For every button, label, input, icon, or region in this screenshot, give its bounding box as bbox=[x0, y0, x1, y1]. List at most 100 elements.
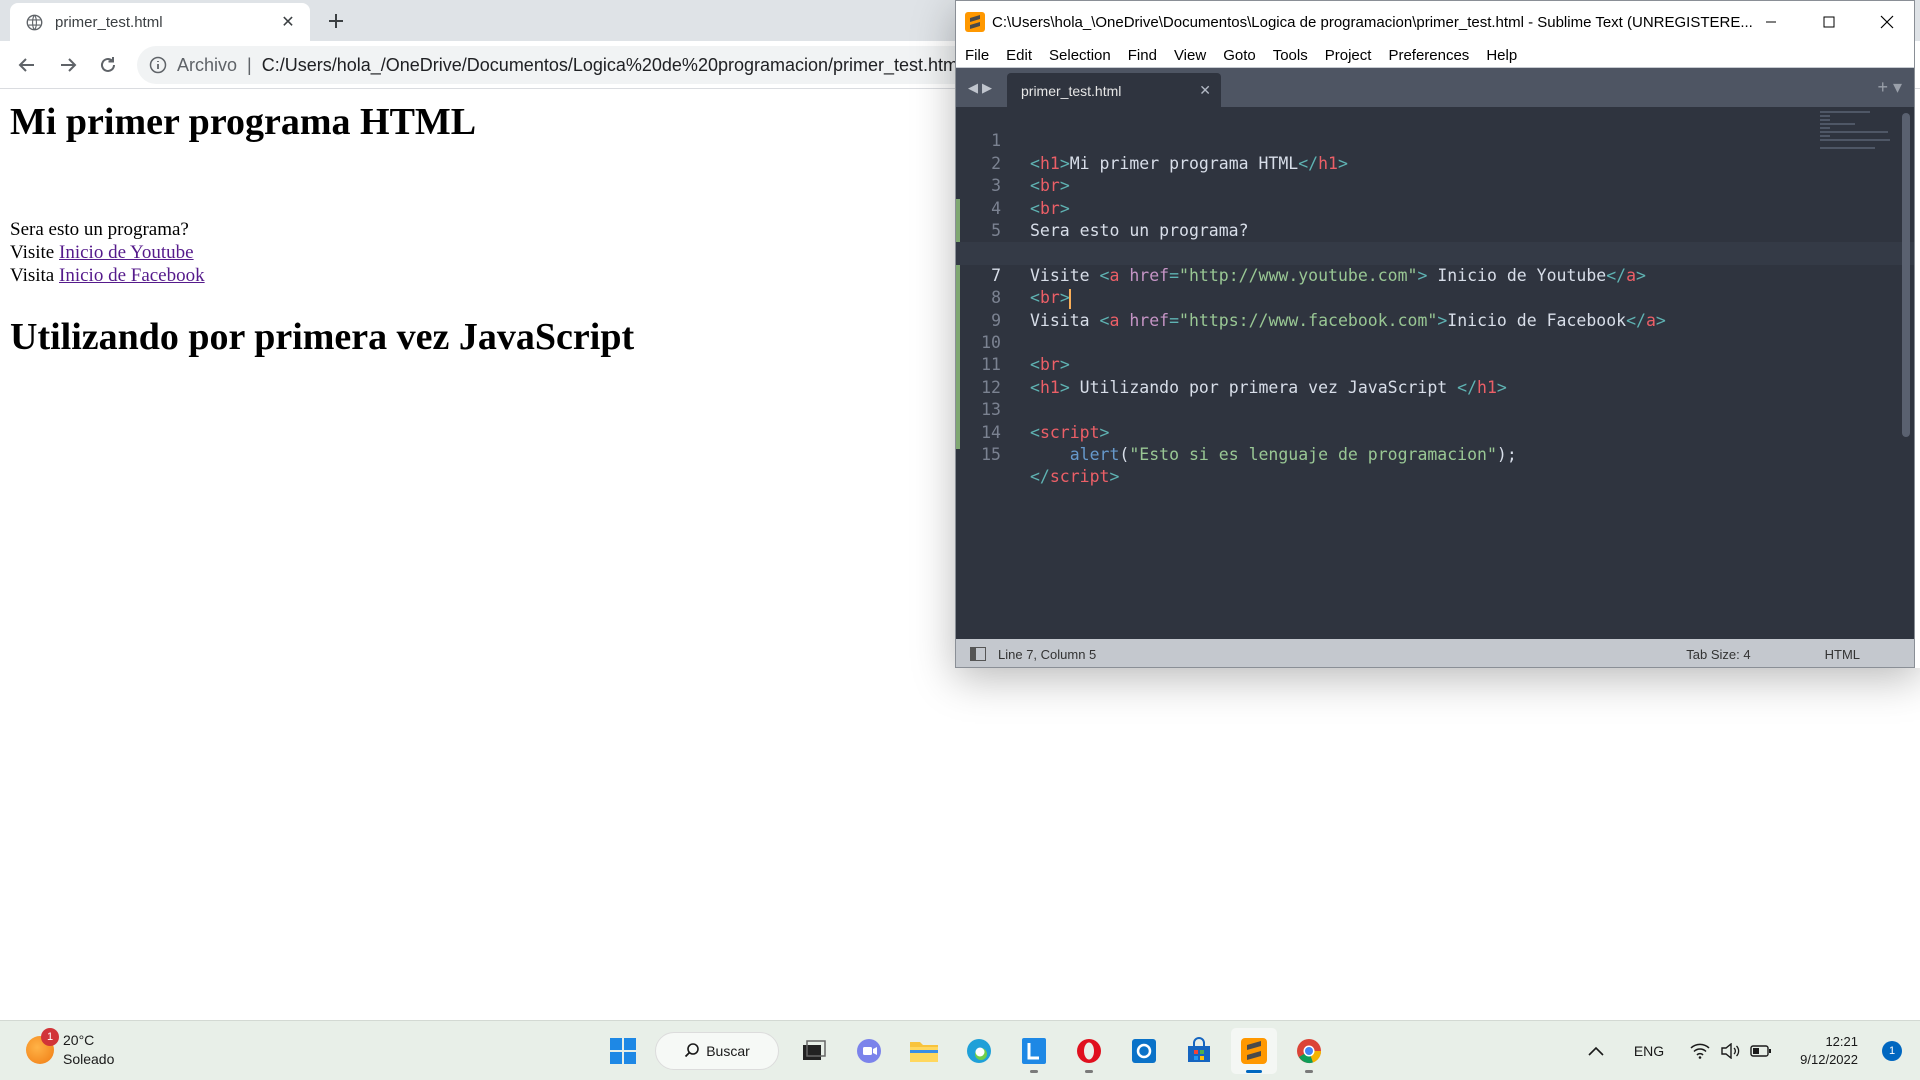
minimap[interactable] bbox=[1820, 111, 1890, 151]
weather-description: Soleado bbox=[63, 1051, 115, 1067]
weather-badge: 1 bbox=[41, 1028, 59, 1046]
sublime-app-icon bbox=[965, 12, 985, 32]
syntax-selector[interactable]: HTML bbox=[1825, 647, 1860, 662]
libreoffice-icon[interactable] bbox=[1011, 1028, 1057, 1074]
taskbar-apps: Buscar bbox=[600, 1028, 1341, 1074]
code-editor[interactable]: 1 <h1>Mi primer programa HTML</h1> 2 <br… bbox=[956, 107, 1914, 639]
globe-icon bbox=[25, 13, 43, 31]
code-line: 1 <h1>Mi primer programa HTML</h1> bbox=[991, 131, 1348, 173]
clock-time: 12:21 bbox=[1825, 1034, 1858, 1049]
code-line: 12 bbox=[981, 377, 1001, 397]
back-arrow-icon[interactable] bbox=[12, 51, 42, 79]
code-line: 2 <br> bbox=[991, 153, 1070, 196]
close-window-button[interactable] bbox=[1858, 1, 1914, 43]
youtube-prefix: Visite bbox=[10, 242, 55, 263]
task-view-icon[interactable] bbox=[791, 1028, 837, 1074]
info-icon[interactable] bbox=[149, 56, 167, 74]
menu-goto[interactable]: Goto bbox=[1223, 47, 1256, 64]
facebook-link[interactable]: Inicio de Facebook bbox=[59, 265, 205, 286]
menu-view[interactable]: View bbox=[1174, 47, 1206, 64]
youtube-line: Visite Inicio de Youtube bbox=[10, 242, 194, 264]
search-icon bbox=[684, 1042, 700, 1061]
address-separator: | bbox=[247, 54, 252, 75]
sublime-menubar: File Edit Selection Find View Goto Tools… bbox=[956, 43, 1914, 67]
notification-badge[interactable]: 1 bbox=[1882, 1041, 1902, 1061]
facebook-line: Visita Inicio de Facebook bbox=[10, 265, 205, 287]
code-line: 13 <script> bbox=[981, 400, 1110, 442]
page-content: Mi primer programa HTML Sera esto un pro… bbox=[0, 90, 955, 1020]
code-line: 15 </script> bbox=[981, 445, 1120, 487]
sublime-file-tab[interactable]: primer_test.html ✕ bbox=[1007, 73, 1221, 108]
menu-preferences[interactable]: Preferences bbox=[1388, 47, 1469, 64]
forward-arrow-icon[interactable] bbox=[53, 51, 83, 79]
minimize-button[interactable] bbox=[1742, 1, 1800, 43]
close-tab-icon[interactable]: ✕ bbox=[278, 12, 298, 32]
search-label: Buscar bbox=[706, 1043, 750, 1059]
code-line-current: 7 <br> bbox=[956, 242, 1914, 309]
page-heading-1: Mi primer programa HTML bbox=[10, 101, 477, 143]
code-line: 10 <br> bbox=[981, 333, 1070, 375]
cursor-position: Line 7, Column 5 bbox=[998, 646, 1097, 662]
file-explorer-icon[interactable] bbox=[901, 1028, 947, 1074]
menu-selection[interactable]: Selection bbox=[1049, 47, 1111, 64]
sublime-statusbar: Line 7, Column 5 Tab Size: 4 HTML bbox=[956, 639, 1914, 667]
code-line: 11 <h1> Utilizando por primera vez JavaS… bbox=[981, 355, 1507, 397]
volume-icon[interactable] bbox=[1720, 1043, 1740, 1059]
system-tray: ENG 12:21 9/12/2022 1 bbox=[1588, 1021, 1920, 1080]
store-icon[interactable] bbox=[1176, 1028, 1222, 1074]
wifi-icon[interactable] bbox=[1690, 1043, 1710, 1059]
maximize-button[interactable] bbox=[1800, 1, 1858, 43]
sublime-titlebar: C:\Users\hola_\OneDrive\Documentos\Logic… bbox=[956, 1, 1914, 43]
menu-edit[interactable]: Edit bbox=[1006, 47, 1032, 64]
sublime-tab-bar: ◀▶ primer_test.html ✕ + ▾ bbox=[956, 67, 1914, 108]
menu-file[interactable]: File bbox=[965, 47, 989, 64]
menu-find[interactable]: Find bbox=[1128, 47, 1157, 64]
edge-icon[interactable] bbox=[956, 1028, 1002, 1074]
code-line: 8 Visita <a href="https://www.facebook.c… bbox=[991, 288, 1666, 330]
weather-widget[interactable]: 1 20°C Soleado bbox=[26, 1028, 115, 1069]
clock-date: 9/12/2022 bbox=[1800, 1052, 1858, 1067]
address-url: C:/Users/hola_/OneDrive/Documentos/Logic… bbox=[261, 54, 963, 75]
code-line: 5 <br> bbox=[991, 221, 1070, 262]
facebook-prefix: Visita bbox=[10, 265, 55, 286]
editor-scrollbar[interactable] bbox=[1902, 113, 1910, 437]
taskbar-search[interactable]: Buscar bbox=[655, 1032, 779, 1070]
tab-size-selector[interactable]: Tab Size: 4 bbox=[1686, 647, 1750, 662]
show-hidden-icons-chevron-icon[interactable] bbox=[1588, 1043, 1604, 1059]
new-file-plus-icon[interactable]: + ▾ bbox=[1877, 77, 1902, 98]
browser-tab[interactable]: primer_test.html ✕ bbox=[10, 3, 310, 41]
sublime-tab-title: primer_test.html bbox=[1021, 82, 1122, 99]
code-line: 14 alert("Esto si es lenguaje de program… bbox=[981, 422, 1517, 464]
menu-help[interactable]: Help bbox=[1486, 47, 1517, 64]
opera-icon[interactable] bbox=[1066, 1028, 1112, 1074]
start-icon[interactable] bbox=[600, 1028, 646, 1074]
sublime-text-icon[interactable] bbox=[1231, 1028, 1277, 1074]
clock[interactable]: 12:21 9/12/2022 bbox=[1800, 1033, 1858, 1069]
taskbar: 1 20°C Soleado Buscar ENG 12:21 9/12/202… bbox=[0, 1020, 1920, 1080]
code-line: 6 Visite <a href="http://www.youtube.com… bbox=[991, 243, 1646, 285]
browser-tab-title: primer_test.html bbox=[55, 13, 163, 31]
close-file-tab-icon[interactable]: ✕ bbox=[1199, 82, 1211, 99]
code-line: 4 Sera esto un programa? bbox=[991, 198, 1249, 240]
menu-project[interactable]: Project bbox=[1325, 47, 1372, 64]
teams-chat-icon[interactable] bbox=[846, 1028, 892, 1074]
sun-icon: 1 bbox=[26, 1028, 59, 1064]
chrome-icon[interactable] bbox=[1286, 1028, 1332, 1074]
menu-tools[interactable]: Tools bbox=[1273, 47, 1308, 64]
tab-nav-arrows-icon[interactable]: ◀▶ bbox=[968, 80, 996, 96]
youtube-link[interactable]: Inicio de Youtube bbox=[59, 242, 194, 263]
new-tab-button[interactable] bbox=[322, 7, 350, 35]
weather-temperature: 20°C bbox=[63, 1032, 95, 1048]
sublime-window: C:\Users\hola_\OneDrive\Documentos\Logic… bbox=[955, 0, 1915, 668]
reload-icon[interactable] bbox=[93, 51, 123, 79]
question-text: Sera esto un programa? bbox=[10, 219, 189, 240]
code-line: 3 <br> bbox=[991, 176, 1070, 218]
address-scheme-label: Archivo bbox=[177, 54, 238, 75]
code-line: 9 bbox=[991, 310, 1001, 330]
outlook-icon[interactable] bbox=[1121, 1028, 1167, 1074]
sublime-window-title: C:\Users\hola_\OneDrive\Documentos\Logic… bbox=[992, 13, 1752, 31]
page-heading-2: Utilizando por primera vez JavaScript bbox=[10, 316, 635, 358]
battery-icon[interactable] bbox=[1750, 1044, 1772, 1058]
toggle-panel-icon[interactable] bbox=[970, 647, 986, 661]
input-language[interactable]: ENG bbox=[1634, 1043, 1664, 1059]
